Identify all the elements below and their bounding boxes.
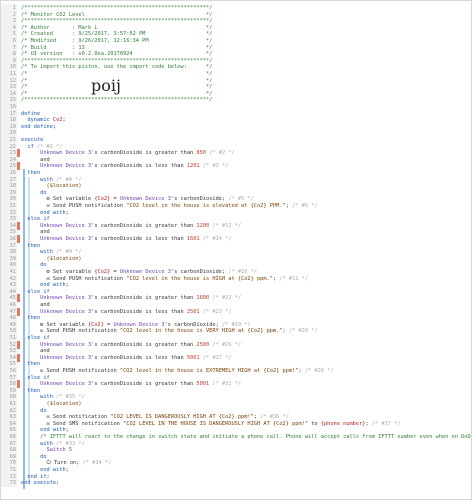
code-line: 73 end execute; <box>1 479 472 488</box>
import-code: poij <box>91 76 121 95</box>
code-text: end execute; <box>21 479 59 487</box>
piston-code-view: 1/**************************************… <box>0 0 472 500</box>
line-number: 73 <box>1 479 17 488</box>
code-token: end execute <box>21 480 57 487</box>
code-token: ; <box>56 480 60 487</box>
